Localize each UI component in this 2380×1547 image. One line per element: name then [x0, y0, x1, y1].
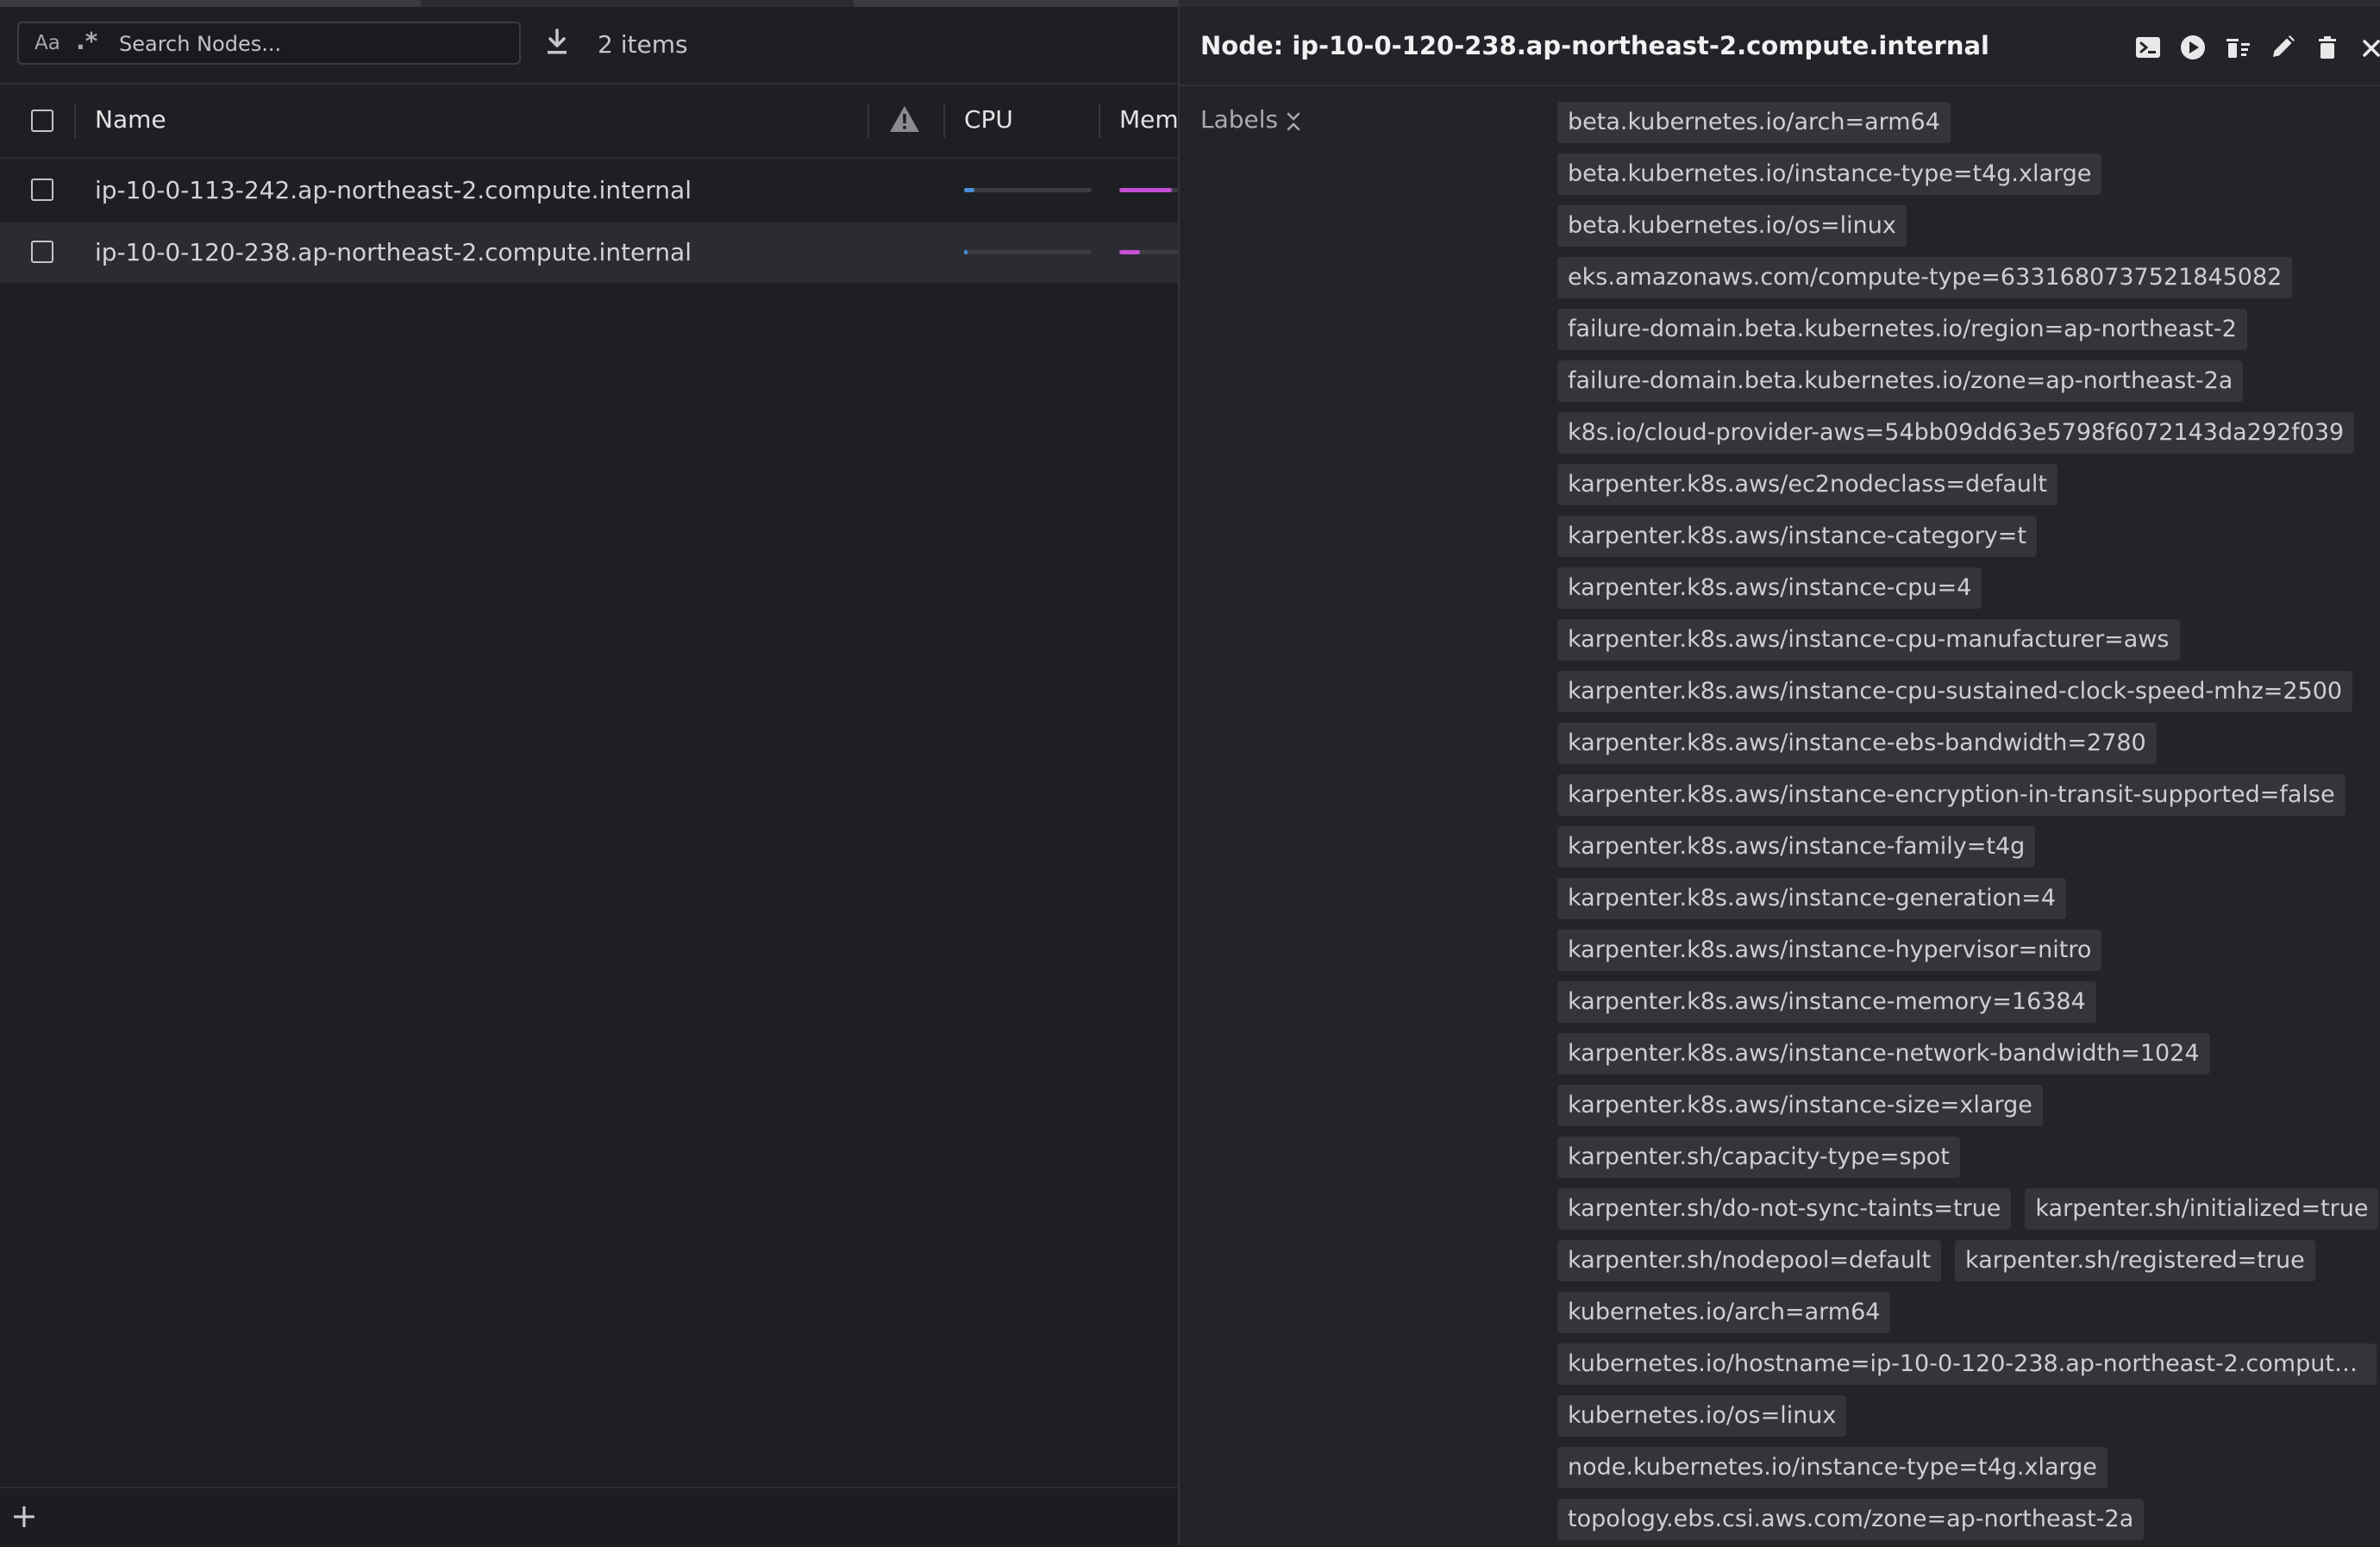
table-row[interactable]: ip-10-0-120-238.ap-northeast-2.compute.i…	[0, 222, 1178, 283]
label-chip[interactable]: failure-domain.beta.kubernetes.io/region…	[1557, 309, 2247, 350]
label-chip[interactable]: karpenter.k8s.aws/instance-cpu=4	[1557, 567, 1982, 609]
top-tab-strip	[0, 0, 1178, 7]
cpu-usage-bar	[964, 250, 1092, 254]
cpu-usage-bar	[964, 188, 1092, 192]
list-toolbar: Aa .* 2 items	[0, 7, 1178, 85]
node-list-pane: Aa .* 2 items Name CPU Mem ip-10-0-113-2…	[0, 0, 1179, 1547]
label-chip[interactable]: beta.kubernetes.io/arch=arm64	[1557, 102, 1951, 143]
label-chip[interactable]: karpenter.k8s.aws/instance-network-bandw…	[1557, 1033, 2210, 1074]
memory-usage-bar	[1119, 250, 1178, 254]
delete-icon[interactable]	[2313, 33, 2342, 62]
terminal-icon[interactable]	[2133, 33, 2163, 62]
label-chip[interactable]: eks.amazonaws.com/compute-type=633168073…	[1557, 257, 2293, 298]
label-chip[interactable]: beta.kubernetes.io/os=linux	[1557, 205, 1907, 247]
label-chip[interactable]: karpenter.k8s.aws/instance-size=xlarge	[1557, 1085, 2043, 1126]
search-input[interactable]	[117, 28, 509, 60]
labels-title: Labels	[1200, 105, 1279, 134]
select-all-checkbox[interactable]	[31, 110, 53, 132]
edit-icon[interactable]	[2268, 33, 2297, 62]
column-header-memory[interactable]: Mem	[1119, 105, 1179, 134]
memory-usage-fill	[1119, 188, 1173, 192]
label-chip[interactable]: kubernetes.io/hostname=ip-10-0-120-238.a…	[1557, 1343, 2377, 1385]
label-chip[interactable]: karpenter.k8s.aws/instance-ebs-bandwidth…	[1557, 723, 2157, 764]
label-chip[interactable]: karpenter.k8s.aws/instance-memory=16384	[1557, 981, 2096, 1023]
label-chip[interactable]: k8s.io/cloud-provider-aws=54bb09dd63e579…	[1557, 412, 2355, 454]
label-chip[interactable]: karpenter.sh/initialized=true	[2025, 1188, 2379, 1230]
drawer-top-strip	[1180, 0, 2380, 7]
label-chip[interactable]: karpenter.k8s.aws/instance-category=t	[1557, 516, 2037, 557]
table-header: Name CPU Mem	[0, 85, 1179, 159]
label-chip[interactable]: karpenter.sh/nodepool=default	[1557, 1240, 1942, 1281]
warning-icon[interactable]	[888, 103, 921, 135]
labels-list: beta.kubernetes.io/arch=arm64 beta.kubern…	[1557, 102, 2380, 1540]
tab-strip-segment	[854, 0, 1178, 7]
drawer-header: Node: ip-10-0-120-238.ap-northeast-2.com…	[1180, 7, 2380, 86]
dock-bottom-bar: +	[0, 1487, 1178, 1547]
search-box: Aa .*	[17, 22, 521, 65]
label-chip[interactable]: karpenter.k8s.aws/ec2nodeclass=default	[1557, 464, 2057, 505]
label-chip[interactable]: karpenter.k8s.aws/instance-encryption-in…	[1557, 774, 2346, 816]
regex-toggle[interactable]: .*	[76, 27, 97, 55]
play-icon[interactable]	[2178, 33, 2208, 62]
labels-section: Labels beta.kubernetes.io/arch=arm64 beta…	[1180, 86, 2380, 1545]
label-chip[interactable]: failure-domain.beta.kubernetes.io/zone=a…	[1557, 360, 2244, 402]
label-chip[interactable]: node.kubernetes.io/instance-type=t4g.xla…	[1557, 1447, 2108, 1488]
close-icon[interactable]	[2358, 33, 2380, 62]
cpu-usage-fill	[964, 250, 968, 254]
table-row[interactable]: ip-10-0-113-242.ap-northeast-2.compute.i…	[0, 160, 1178, 221]
column-separator	[74, 103, 76, 138]
collapse-toggle-icon[interactable]	[1285, 109, 1302, 135]
label-chip[interactable]: karpenter.k8s.aws/instance-cpu-manufactu…	[1557, 619, 2180, 661]
label-chip[interactable]: karpenter.sh/do-not-sync-taints=true	[1557, 1188, 2012, 1230]
column-header-cpu[interactable]: CPU	[964, 105, 1013, 134]
column-separator	[943, 103, 945, 138]
label-chip[interactable]: kubernetes.io/os=linux	[1557, 1395, 1847, 1437]
drawer-title: Node: ip-10-0-120-238.ap-northeast-2.com…	[1200, 31, 1989, 60]
download-icon[interactable]	[543, 28, 571, 57]
label-chip[interactable]: kubernetes.io/arch=arm64	[1557, 1292, 1891, 1333]
tab-strip-segment	[0, 0, 421, 7]
label-chip[interactable]: beta.kubernetes.io/instance-type=t4g.xla…	[1557, 153, 2102, 195]
node-details-drawer: Node: ip-10-0-120-238.ap-northeast-2.com…	[1178, 0, 2380, 1545]
drain-icon[interactable]	[2223, 33, 2252, 62]
label-chip[interactable]: topology.ebs.csi.aws.com/zone=ap-northea…	[1557, 1499, 2145, 1540]
label-chip[interactable]: karpenter.k8s.aws/instance-family=t4g	[1557, 826, 2036, 867]
row-checkbox[interactable]	[31, 241, 53, 263]
row-checkbox[interactable]	[31, 178, 53, 201]
cpu-usage-fill	[964, 188, 974, 192]
items-count: 2 items	[598, 30, 688, 59]
label-chip[interactable]: karpenter.k8s.aws/instance-cpu-sustained…	[1557, 671, 2353, 712]
label-chip[interactable]: karpenter.sh/capacity-type=spot	[1557, 1137, 1960, 1178]
node-name: ip-10-0-113-242.ap-northeast-2.compute.i…	[95, 176, 692, 204]
label-chip[interactable]: karpenter.k8s.aws/instance-generation=4	[1557, 878, 2067, 919]
label-chip[interactable]: karpenter.k8s.aws/instance-hypervisor=ni…	[1557, 930, 2102, 971]
column-header-name[interactable]: Name	[95, 105, 166, 134]
label-chip[interactable]: karpenter.sh/registered=true	[1955, 1240, 2315, 1281]
node-name: ip-10-0-120-238.ap-northeast-2.compute.i…	[95, 238, 692, 266]
memory-usage-fill	[1119, 250, 1140, 254]
column-separator	[1099, 103, 1100, 138]
match-case-toggle[interactable]: Aa	[34, 32, 60, 54]
memory-usage-bar	[1119, 188, 1178, 192]
add-tab-button[interactable]: +	[10, 1497, 38, 1535]
column-separator	[867, 103, 869, 138]
